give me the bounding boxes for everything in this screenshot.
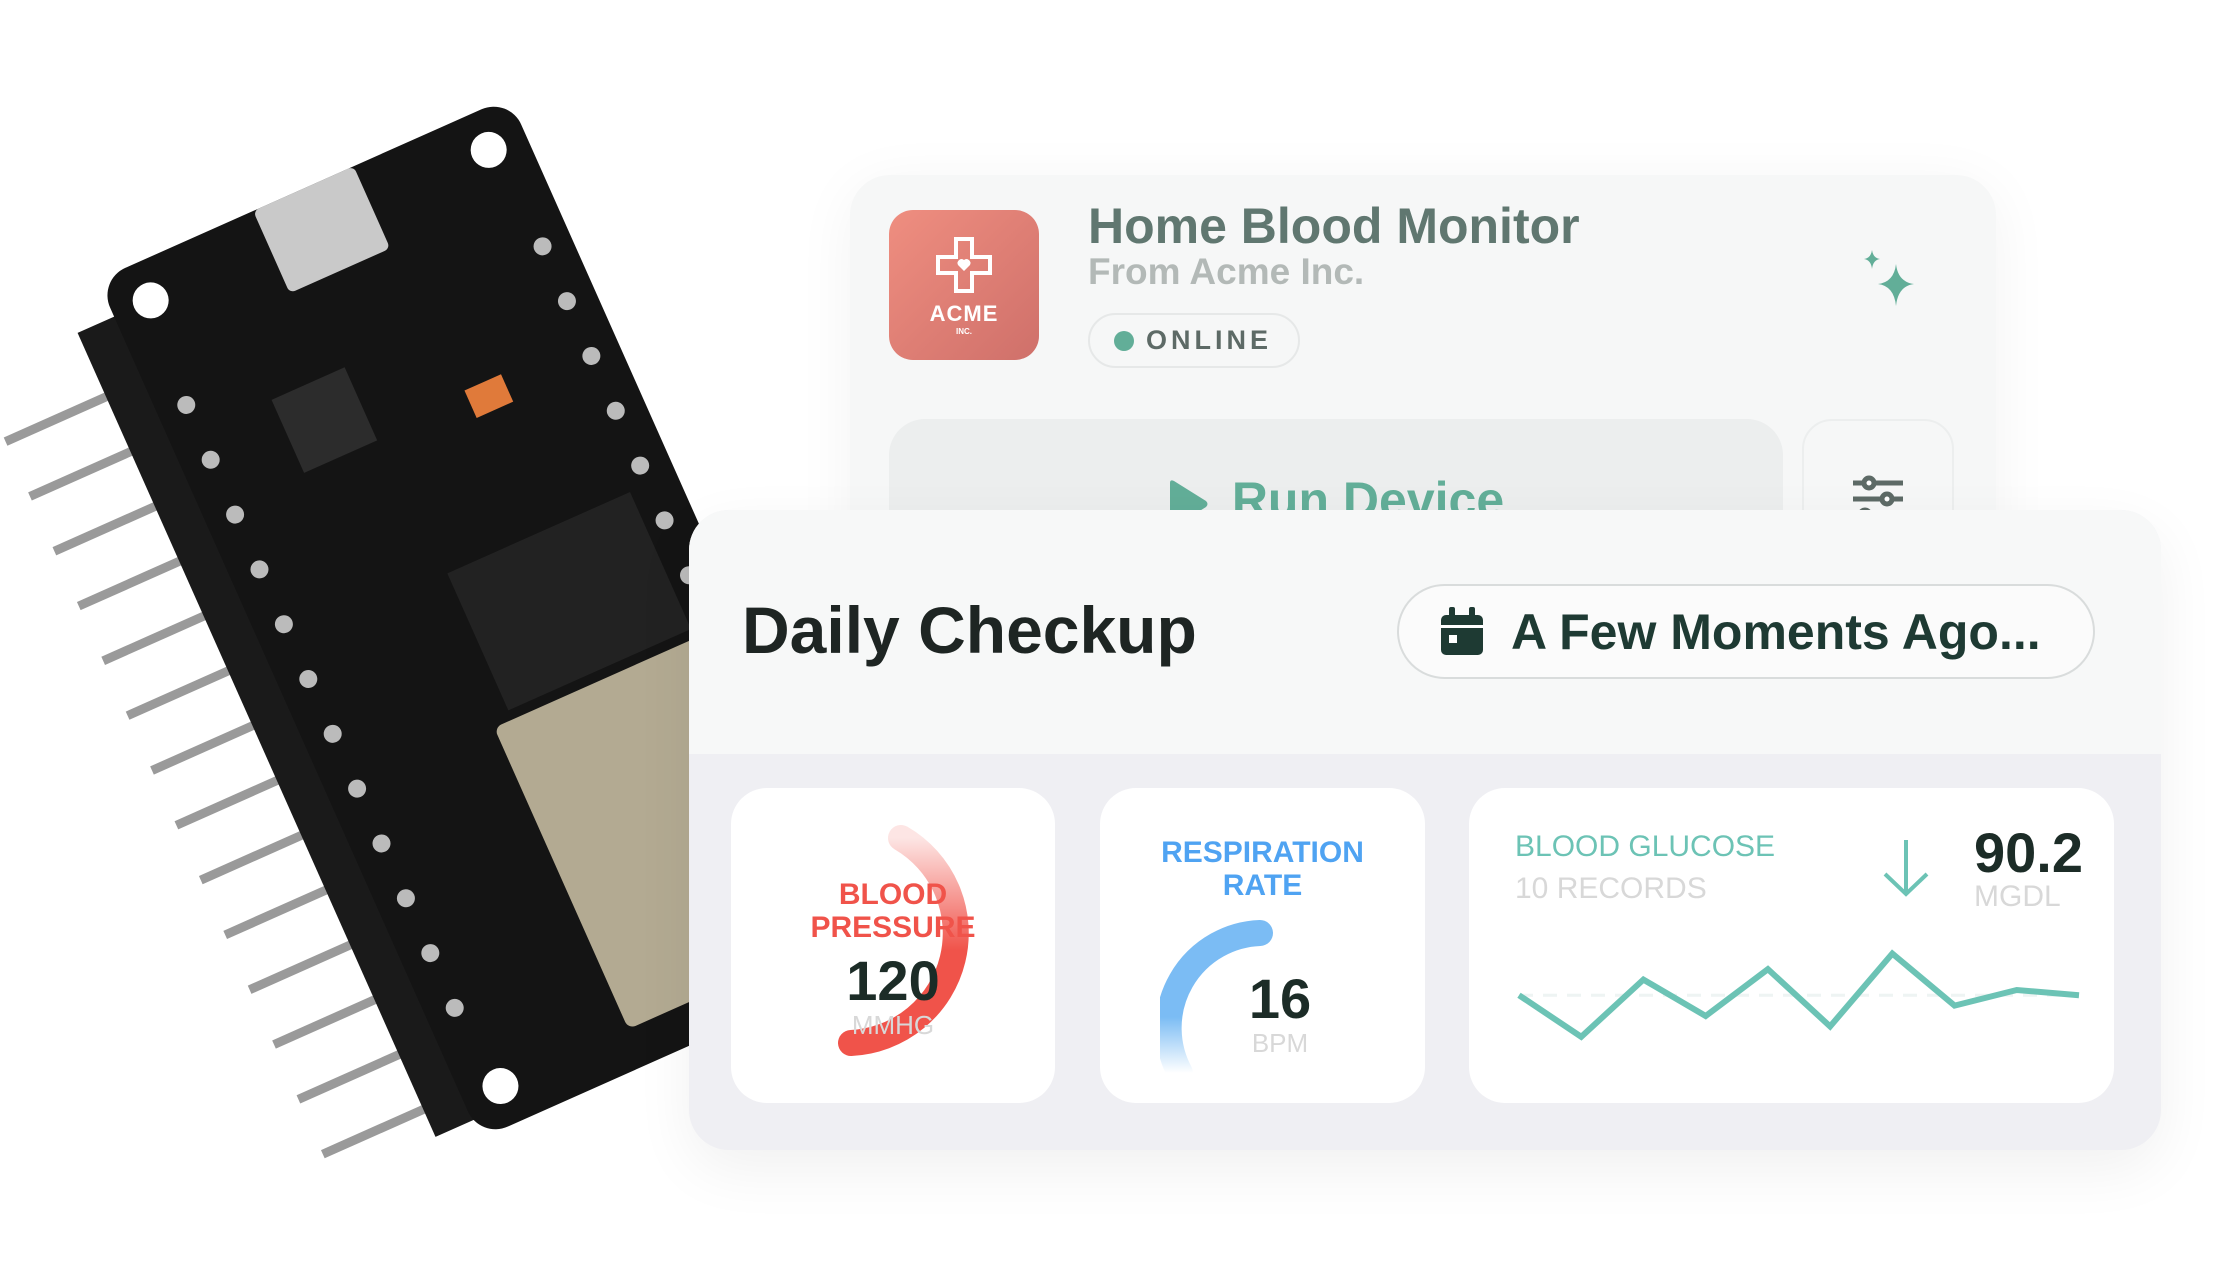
checkup-header: Daily Checkup A Few Moments Ago...: [689, 510, 2161, 754]
medical-cross-icon: [936, 236, 992, 293]
respiration-unit: BPM: [1251, 1028, 1309, 1058]
respiration-value: 16: [1248, 967, 1312, 1030]
time-label: A Few Moments Ago...: [1511, 603, 2041, 660]
glucose-chart: [1517, 949, 2080, 1041]
respiration-card[interactable]: RESPIRATION RATE 16 BPM: [1100, 788, 1425, 1103]
glucose-records: 10 RECORDS: [1515, 872, 1707, 905]
daily-checkup-panel: Daily Checkup A Few Moments Ago... BLOOD…: [689, 510, 2161, 1150]
acme-logo: ACME INC.: [889, 210, 1039, 360]
logo-subtext: INC.: [956, 326, 972, 336]
arrow-down-icon: [1883, 840, 1929, 897]
calendar-icon: [1441, 606, 1483, 655]
device-subtitle: From Acme Inc.: [1088, 251, 1365, 292]
status-dot-icon: [1114, 330, 1134, 351]
blood-glucose-card[interactable]: BLOOD GLUCOSE 10 RECORDS 90.2 MGDL: [1469, 788, 2114, 1103]
bp-unit: MMHG: [851, 1010, 935, 1040]
glucose-label: BLOOD GLUCOSE: [1515, 830, 1776, 863]
logo-text: ACME: [929, 300, 999, 326]
sparkle-icon[interactable]: [1860, 250, 1920, 310]
status-badge: ONLINE: [1088, 313, 1300, 368]
bp-value: 120: [846, 949, 940, 1012]
time-filter-button[interactable]: A Few Moments Ago...: [1397, 584, 2095, 679]
checkup-title: Daily Checkup: [742, 593, 1197, 667]
bp-label: BLOOD PRESSURE: [810, 878, 976, 944]
device-title: Home Blood Monitor: [1088, 198, 1580, 254]
glucose-value: 90.2: [1974, 821, 2083, 884]
respiration-label: RESPIRATION RATE: [1161, 836, 1364, 902]
glucose-unit: MGDL: [1974, 880, 2061, 913]
blood-pressure-card[interactable]: BLOOD PRESSURE 120 MMHG: [731, 788, 1055, 1103]
status-text: ONLINE: [1146, 325, 1273, 355]
